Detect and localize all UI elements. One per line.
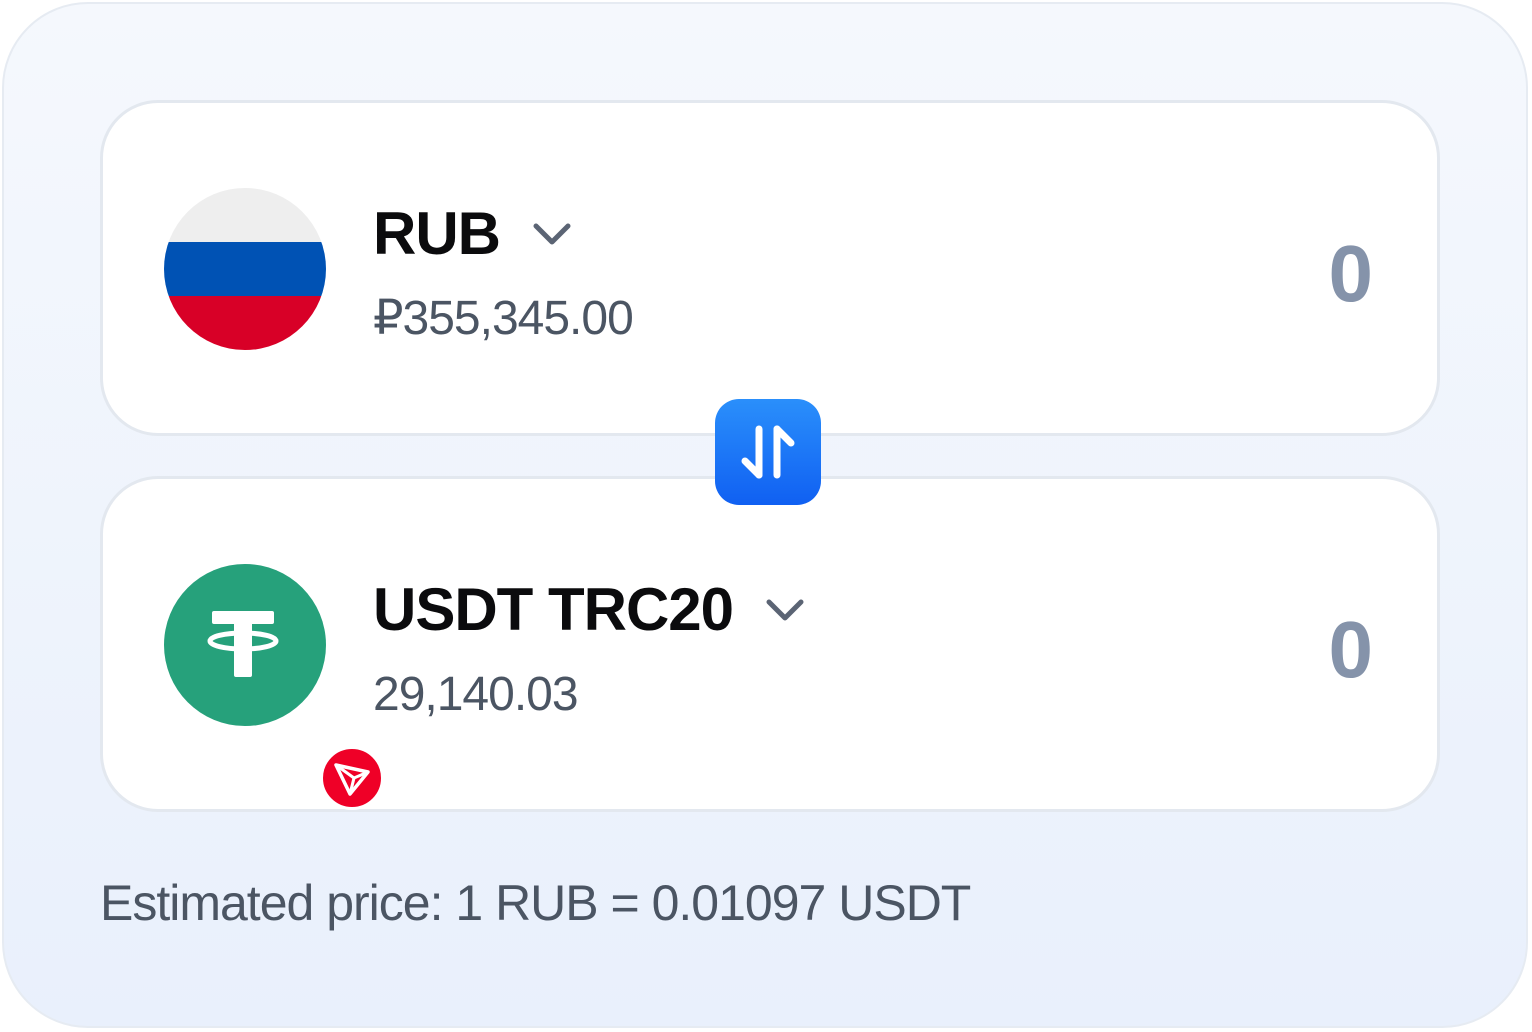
- estimated-price: Estimated price: 1 RUB = 0.01097 USDT: [100, 875, 971, 931]
- russia-flag-icon: [164, 188, 326, 350]
- tron-icon: [320, 746, 384, 810]
- from-amount-input[interactable]: [1073, 229, 1373, 319]
- to-currency-card: USDT TRC20 29,140.03: [100, 476, 1440, 812]
- to-currency-symbol: USDT TRC20: [373, 576, 734, 643]
- swap-arrows-icon: [741, 425, 795, 479]
- from-currency-symbol: RUB: [373, 200, 501, 267]
- from-currency-card: RUB ₽355,345.00: [100, 100, 1440, 436]
- to-balance: 29,140.03: [373, 668, 579, 721]
- chevron-down-icon: [533, 223, 571, 245]
- swap-panel: RUB ₽355,345.00 USDT TRC20: [2, 2, 1528, 1028]
- to-amount-input[interactable]: [1073, 605, 1373, 695]
- chevron-down-icon: [766, 599, 804, 621]
- from-balance: ₽355,345.00: [373, 292, 634, 345]
- tether-icon: [164, 564, 384, 810]
- from-currency-selector[interactable]: RUB: [373, 199, 574, 269]
- to-currency-selector[interactable]: USDT TRC20: [373, 575, 807, 645]
- swap-direction-button[interactable]: [715, 399, 821, 505]
